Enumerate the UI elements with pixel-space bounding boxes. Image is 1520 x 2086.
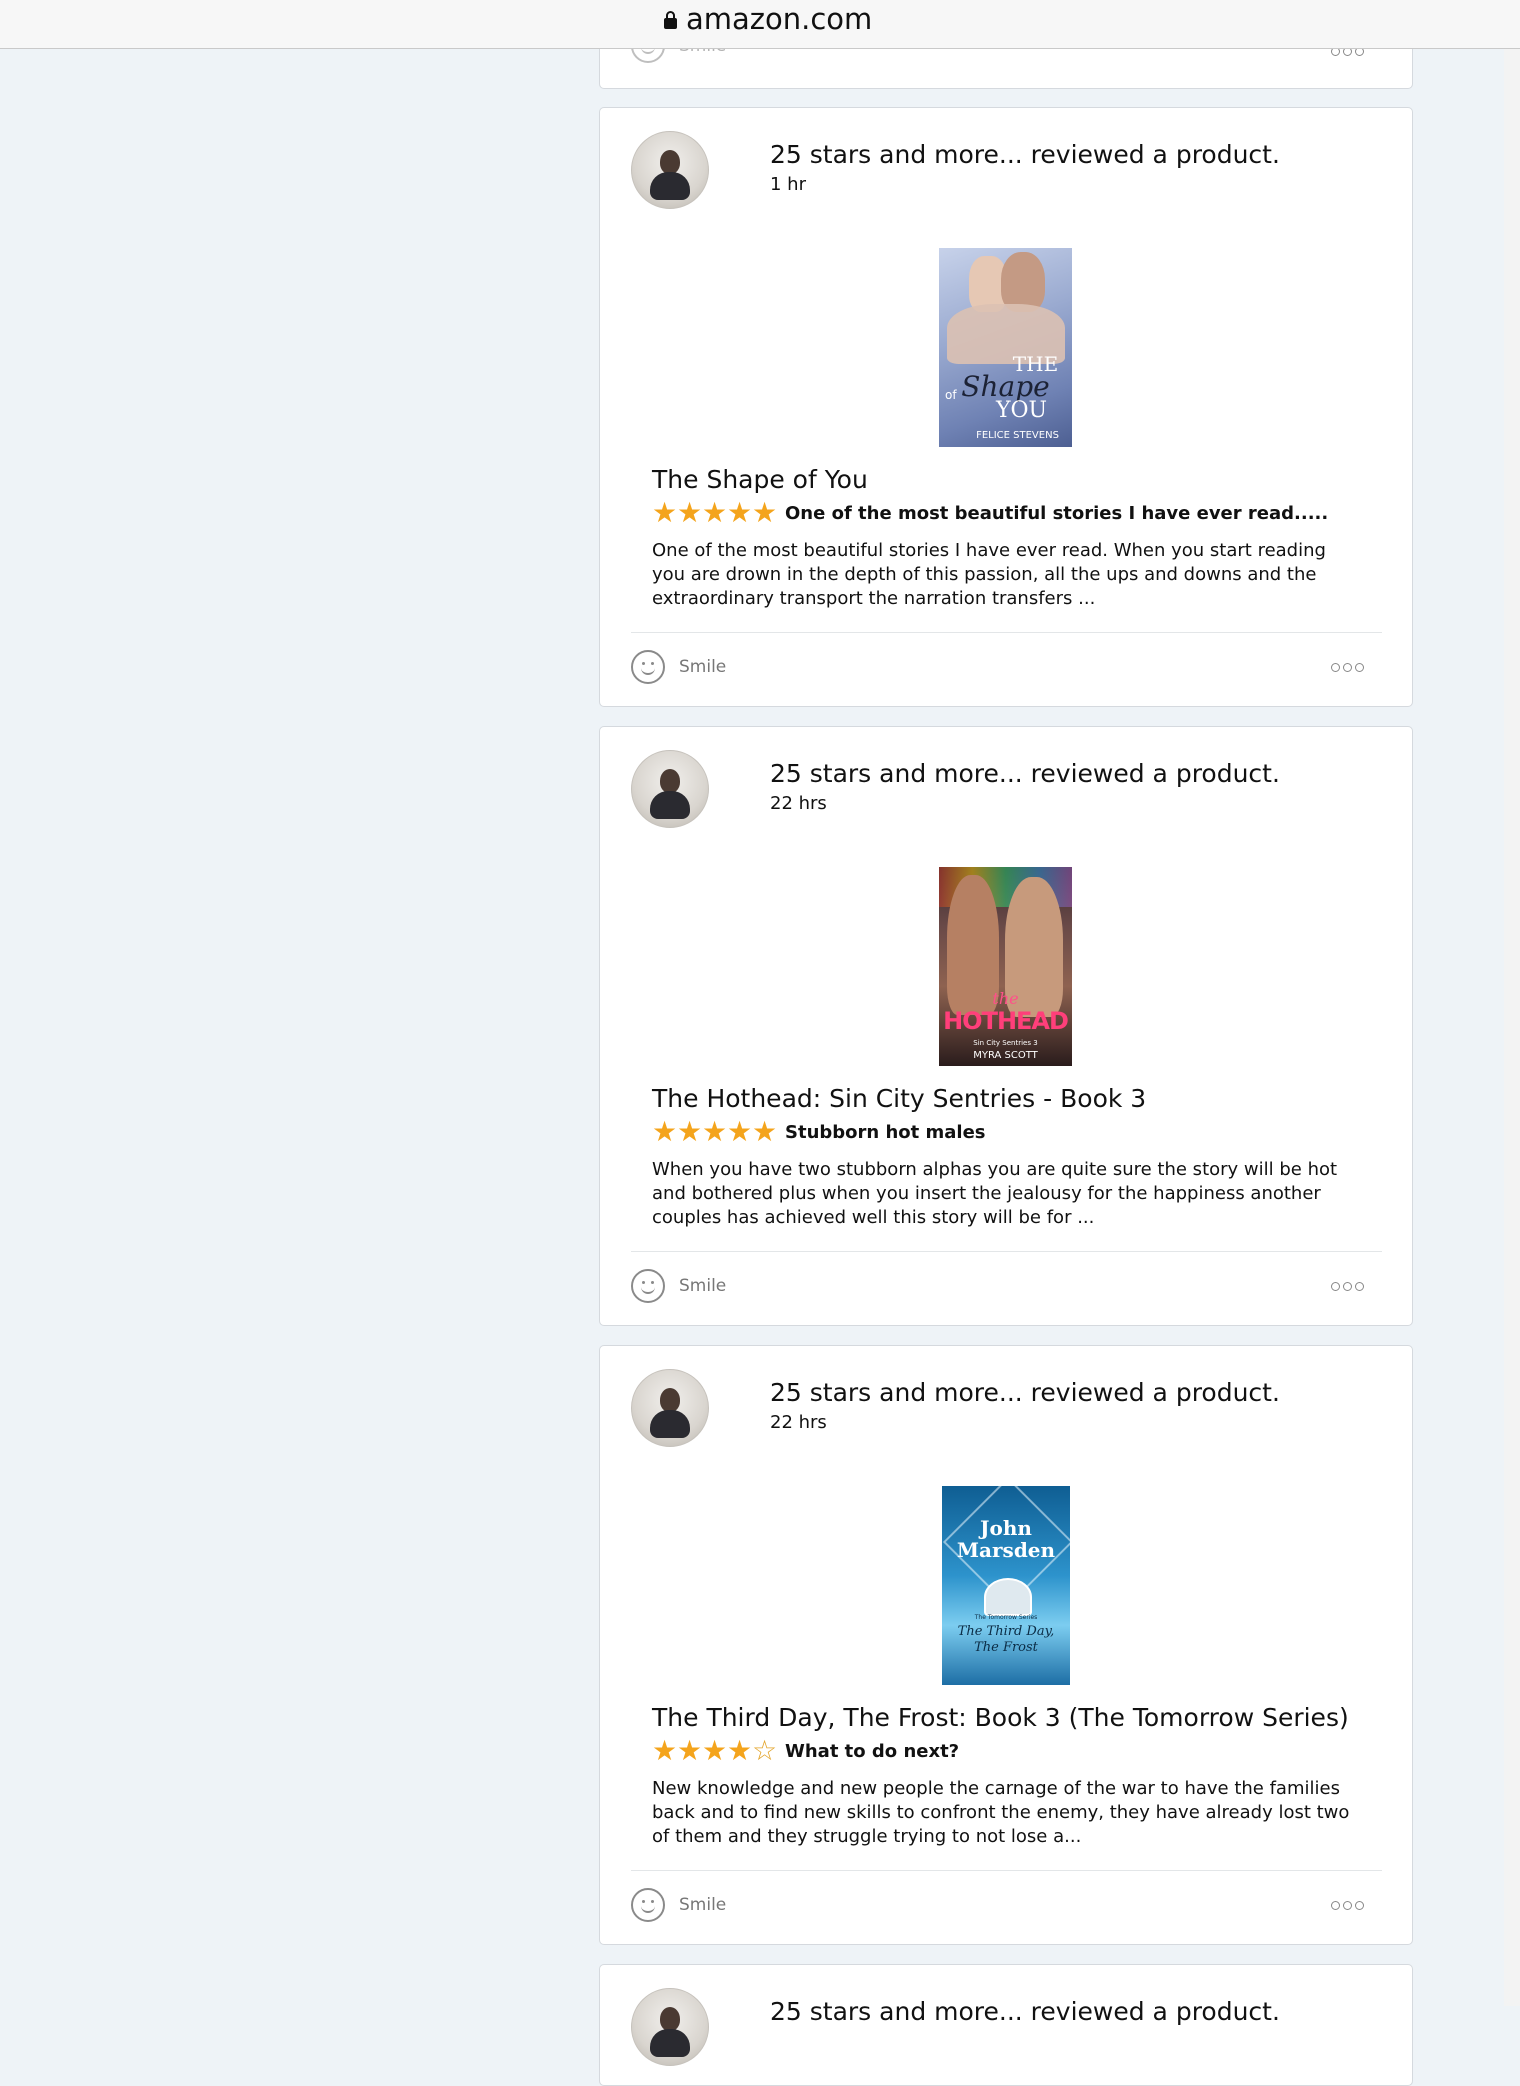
- review-headline[interactable]: What to do next?: [785, 1741, 959, 1762]
- star-rating: ★ ★ ★ ★ ★: [652, 1115, 778, 1148]
- rating-row: ★ ★ ★ ★ ★ Stubborn hot males: [652, 1115, 986, 1148]
- star-full-icon: ★: [727, 1734, 753, 1767]
- browser-url-bar[interactable]: amazon.com: [0, 0, 1520, 49]
- more-dot: [1331, 663, 1340, 672]
- star-full-icon: ★: [752, 496, 778, 529]
- more-dot: [1343, 1282, 1352, 1291]
- cover-title-big: HOTHEAD: [943, 1007, 1069, 1035]
- smile-button[interactable]: Smile: [631, 1888, 726, 1922]
- star-full-icon: ★: [652, 1734, 678, 1767]
- cover-title-line3: YOU: [995, 398, 1048, 423]
- avatar[interactable]: [631, 1369, 709, 1447]
- rating-row: ★ ★ ★ ★ ☆ What to do next?: [652, 1734, 959, 1767]
- star-full-icon: ★: [727, 1115, 753, 1148]
- more-options-button[interactable]: [1331, 663, 1364, 672]
- smile-button[interactable]: Smile: [631, 1269, 726, 1303]
- cover-author: MYRA SCOTT: [973, 1050, 1038, 1061]
- review-body[interactable]: New knowledge and new people the carnage…: [652, 1777, 1364, 1849]
- star-full-icon: ★: [652, 1115, 678, 1148]
- cover-title-small: the: [992, 989, 1019, 1008]
- card-divider: [631, 1870, 1382, 1871]
- cover-author: FELICE STEVENS: [976, 430, 1059, 441]
- cover-author-line2: Marsden: [956, 1538, 1056, 1562]
- avatar[interactable]: [631, 1988, 709, 2066]
- avatar[interactable]: [631, 750, 709, 828]
- product-cover[interactable]: THE Shape of YOU FELICE STEVENS: [939, 248, 1072, 447]
- more-dot: [1343, 663, 1352, 672]
- review-body[interactable]: When you have two stubborn alphas you ar…: [652, 1158, 1364, 1230]
- activity-time: 22 hrs: [770, 793, 827, 814]
- more-dot: [1355, 1282, 1364, 1291]
- product-cover[interactable]: John Marsden The Tomorrow Series The Thi…: [942, 1486, 1070, 1685]
- star-full-icon: ★: [752, 1115, 778, 1148]
- star-full-icon: ★: [727, 496, 753, 529]
- smile-icon: [631, 1888, 665, 1922]
- cover-author-line1: John: [980, 1516, 1032, 1540]
- more-options-button[interactable]: [1331, 1282, 1364, 1291]
- activity-actor[interactable]: 25 stars and more... reviewed a product.: [770, 140, 1280, 169]
- feed-card: 25 stars and more... reviewed a product.…: [599, 1345, 1413, 1945]
- review-headline[interactable]: One of the most beautiful stories I have…: [785, 503, 1328, 524]
- more-dot: [1355, 1901, 1364, 1910]
- cover-title-line2: The Frost: [974, 1640, 1038, 1655]
- product-title[interactable]: The Shape of You: [652, 465, 868, 494]
- product-title[interactable]: The Hothead: Sin City Sentries - Book 3: [652, 1084, 1146, 1113]
- star-empty-icon: ☆: [752, 1734, 778, 1767]
- star-full-icon: ★: [677, 496, 703, 529]
- star-full-icon: ★: [702, 1115, 728, 1148]
- review-body[interactable]: One of the most beautiful stories I have…: [652, 539, 1364, 611]
- more-options-button[interactable]: [1331, 1901, 1364, 1910]
- cover-title-line1: The Third Day,: [957, 1624, 1055, 1639]
- feed-card: 25 stars and more... reviewed a product.…: [599, 726, 1413, 1326]
- right-gutter: [1504, 48, 1520, 2006]
- url-text: amazon.com: [686, 2, 873, 36]
- star-full-icon: ★: [677, 1734, 703, 1767]
- smile-label: Smile: [679, 1276, 727, 1296]
- smile-button[interactable]: Smile: [631, 650, 726, 684]
- url-display[interactable]: amazon.com: [664, 2, 872, 36]
- smile-icon: [631, 1269, 665, 1303]
- star-full-icon: ★: [677, 1115, 703, 1148]
- smile-label: Smile: [679, 1895, 727, 1915]
- activity-actor[interactable]: 25 stars and more... reviewed a product.: [770, 759, 1280, 788]
- star-full-icon: ★: [702, 1734, 728, 1767]
- lock-icon: [664, 11, 677, 29]
- star-rating: ★ ★ ★ ★ ☆: [652, 1734, 778, 1767]
- avatar[interactable]: [631, 131, 709, 209]
- product-cover[interactable]: the HOTHEAD Sin City Sentries 3 MYRA SCO…: [939, 867, 1072, 1066]
- activity-actor[interactable]: 25 stars and more... reviewed a product.: [770, 1378, 1280, 1407]
- star-rating: ★ ★ ★ ★ ★: [652, 496, 778, 529]
- card-divider: [631, 1251, 1382, 1252]
- rating-row: ★ ★ ★ ★ ★ One of the most beautiful stor…: [652, 496, 1328, 529]
- card-divider: [631, 632, 1382, 633]
- star-full-icon: ★: [652, 496, 678, 529]
- activity-time: 22 hrs: [770, 1412, 827, 1433]
- smile-label: Smile: [679, 657, 727, 677]
- product-title[interactable]: The Third Day, The Frost: Book 3 (The To…: [652, 1703, 1349, 1732]
- activity-actor[interactable]: 25 stars and more... reviewed a product.: [770, 1997, 1280, 2026]
- feed-card-partial-bottom: 25 stars and more... reviewed a product.: [599, 1964, 1413, 2086]
- feed-card: 25 stars and more... reviewed a product.…: [599, 107, 1413, 707]
- cover-series: The Tomorrow Series: [974, 1614, 1038, 1621]
- more-dot: [1331, 1282, 1340, 1291]
- cover-series: Sin City Sentries 3: [973, 1039, 1038, 1047]
- activity-time: 1 hr: [770, 174, 806, 195]
- more-dot: [1355, 663, 1364, 672]
- more-dot: [1343, 1901, 1352, 1910]
- star-full-icon: ★: [702, 496, 728, 529]
- smile-icon: [631, 650, 665, 684]
- review-headline[interactable]: Stubborn hot males: [785, 1122, 986, 1143]
- more-dot: [1331, 1901, 1340, 1910]
